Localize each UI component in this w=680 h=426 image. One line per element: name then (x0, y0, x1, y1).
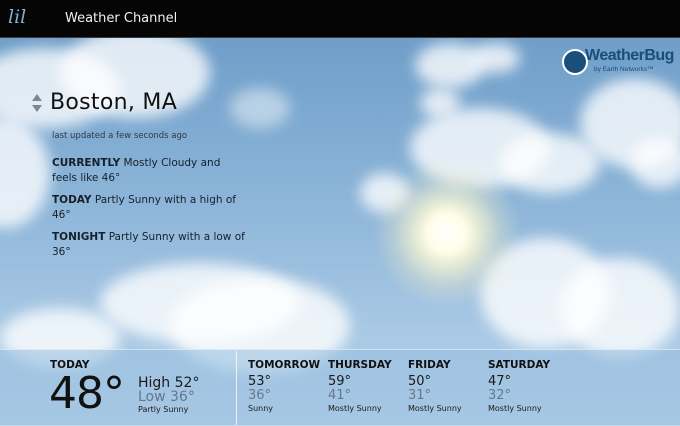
sun-glow (372, 158, 522, 308)
forecast-condition: Mostly Sunny (408, 404, 462, 413)
tonight-label: TONIGHT (52, 231, 106, 243)
forecast-day-name: TOMORROW (248, 359, 321, 371)
app-logo[interactable]: lil (8, 6, 26, 28)
forecast-low: 41° (328, 388, 352, 403)
forecast-high: 50° (408, 374, 432, 389)
window-title: Weather Channel (65, 11, 178, 26)
forecast-day-name: SATURDAY (488, 359, 551, 371)
currently-line: CURRENTLY Mostly Cloudy and feels like 4… (52, 156, 247, 186)
current-temperature: 48° (49, 368, 125, 419)
brand-name: WeatherBug (585, 47, 674, 64)
today-condition: Partly Sunny (138, 405, 189, 414)
brand-sub: by Earth Networks™ (594, 66, 654, 73)
forecast-high: 59° (328, 374, 352, 389)
forecast-day: THURSDAY 59° 41° Mostly Sunny (328, 359, 418, 413)
forecast-condition: Sunny (248, 404, 274, 413)
weatherbug-logo-icon: WeatherBug by Earth Networks™ (562, 47, 674, 77)
forecast-high: 53° (248, 374, 272, 389)
forecast-high: 47° (488, 374, 512, 389)
today-label-summary: TODAY (52, 194, 92, 206)
forecast-low: 31° (408, 388, 432, 403)
title-bar: lil Weather Channel (0, 0, 680, 38)
city-name[interactable]: Boston, MA (50, 90, 177, 115)
forecast-condition: Mostly Sunny (488, 404, 542, 413)
up-down-arrows-icon[interactable] (32, 94, 42, 114)
today-line: TODAY Partly Sunny with a high of 46° (52, 193, 247, 223)
forecast-low: 36° (248, 388, 272, 403)
forecast-day-name: FRIDAY (408, 359, 451, 371)
tonight-line: TONIGHT Partly Sunny with a low of 36° (52, 230, 247, 260)
last-updated: last updated a few seconds ago (52, 131, 188, 141)
forecast-condition: Mostly Sunny (328, 404, 382, 413)
forecast-low: 32° (488, 388, 512, 403)
currently-label: CURRENTLY (52, 157, 121, 169)
forecast-divider (236, 351, 237, 425)
forecast-day: SATURDAY 47° 32° Mostly Sunny (488, 359, 578, 413)
today-low: Low 36° (138, 389, 195, 405)
forecast-day: TOMORROW 53° 36° Sunny (248, 359, 338, 413)
forecast-day-name: THURSDAY (328, 359, 392, 371)
forecast-day: FRIDAY 50° 31° Mostly Sunny (408, 359, 498, 413)
